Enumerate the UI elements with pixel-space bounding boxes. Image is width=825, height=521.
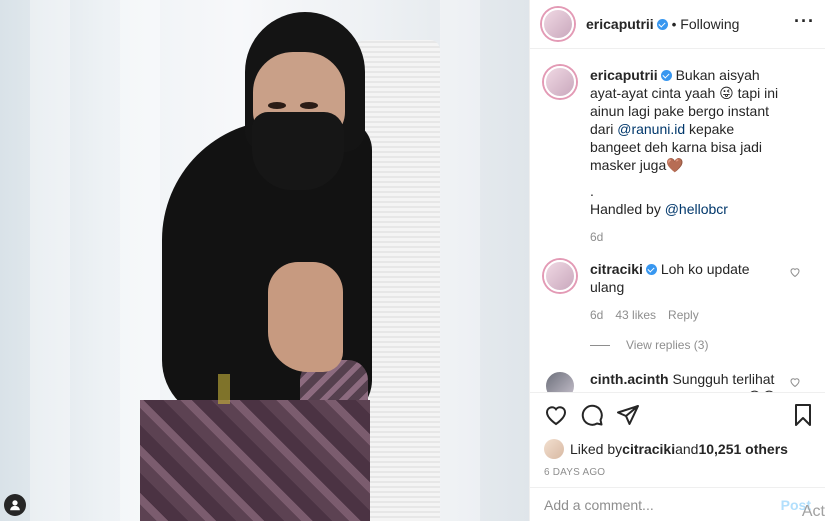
face-mask: [252, 112, 344, 190]
caption-body: ericaputrii Bukan aisyah ayat-ayat cinta…: [590, 66, 809, 246]
comment: cinth.acinth Sungguh terlihat lebih cuua…: [544, 370, 809, 392]
comments-list[interactable]: ericaputrii Bukan aisyah ayat-ayat cinta…: [530, 50, 825, 392]
comment: citraciki Loh ko update ulang 6d 43 likes…: [544, 260, 809, 324]
eye: [300, 102, 318, 109]
share-icon[interactable]: [616, 403, 640, 427]
caption-age[interactable]: 6d: [590, 230, 603, 244]
commenter-username[interactable]: citraciki: [590, 261, 643, 277]
liker-avatar[interactable]: [544, 439, 564, 459]
likes-prefix: Liked by: [570, 441, 623, 457]
verified-badge-icon: [660, 70, 672, 81]
caption: ericaputrii Bukan aisyah ayat-ayat cinta…: [544, 66, 809, 246]
comment-input[interactable]: [544, 496, 781, 513]
view-replies-label[interactable]: View replies (3): [626, 338, 708, 352]
action-icons: [544, 403, 813, 427]
curtain-fold: [440, 0, 480, 521]
comment-age[interactable]: 6d: [590, 308, 603, 322]
liker-username[interactable]: citraciki: [622, 441, 675, 457]
likes-middle: and: [675, 441, 699, 457]
eye: [268, 102, 286, 109]
author-avatar[interactable]: [542, 8, 574, 40]
verified-badge-icon: [656, 19, 668, 30]
author-username[interactable]: ericaputrii: [586, 16, 654, 32]
comment-body: cinth.acinth Sungguh terlihat lebih cuua…: [590, 370, 809, 392]
separator: •: [671, 17, 677, 32]
comment-meta: 6d 43 likes Reply: [590, 306, 787, 324]
hand: [268, 262, 343, 372]
patterned-dress: [140, 400, 370, 521]
reply-button[interactable]: Reply: [668, 308, 699, 322]
mention-link[interactable]: @ranuni.id: [617, 121, 685, 137]
handled-by-line: Handled by @hellobcr: [590, 200, 787, 218]
commenter-username[interactable]: cinth.acinth: [590, 371, 669, 387]
commenter-avatar[interactable]: [544, 370, 576, 392]
heart-icon[interactable]: [544, 403, 568, 427]
view-replies-button[interactable]: View replies (3): [590, 338, 809, 352]
bookmark-icon[interactable]: [791, 403, 815, 427]
verified-badge-icon: [645, 264, 657, 275]
likes-summary[interactable]: Liked by citraciki and 10,251 others: [544, 439, 813, 459]
divider: [590, 344, 610, 346]
post-actions: Liked by citraciki and 10,251 others 6 D…: [530, 392, 825, 478]
post-timestamp[interactable]: 6 DAYS AGO: [544, 467, 813, 478]
comment-likes[interactable]: 43 likes: [615, 308, 656, 322]
commenter-avatar[interactable]: [544, 260, 576, 292]
post-photo[interactable]: [0, 0, 529, 521]
comment-body: citraciki Loh ko update ulang 6d 43 likes…: [590, 260, 809, 324]
handled-label: Handled by: [590, 201, 665, 217]
comment-like-heart-icon[interactable]: [789, 376, 801, 388]
caption-dot: .: [590, 183, 594, 199]
tagged-user-icon[interactable]: [4, 494, 26, 516]
curtain-fold: [30, 0, 70, 521]
watermark: Act: [801, 503, 825, 520]
caption-username[interactable]: ericaputrii: [590, 67, 658, 83]
caption-avatar[interactable]: [544, 66, 576, 98]
likes-count[interactable]: 10,251 others: [698, 441, 788, 457]
author-info: ericaputrii • Following: [586, 16, 739, 32]
caption-meta: 6d: [590, 228, 787, 246]
mention-link[interactable]: @hellobcr: [665, 201, 728, 217]
hijab-label: [218, 374, 230, 404]
following-button[interactable]: Following: [680, 16, 739, 32]
more-options-icon[interactable]: ···: [794, 12, 815, 30]
comment-icon[interactable]: [580, 403, 604, 427]
add-comment-bar: Post Act: [530, 487, 825, 521]
comment-like-heart-icon[interactable]: [789, 266, 801, 278]
post-header: ericaputrii • Following ···: [530, 0, 825, 49]
post-details-panel: ericaputrii • Following ··· ericaputrii Bu…: [529, 0, 825, 521]
